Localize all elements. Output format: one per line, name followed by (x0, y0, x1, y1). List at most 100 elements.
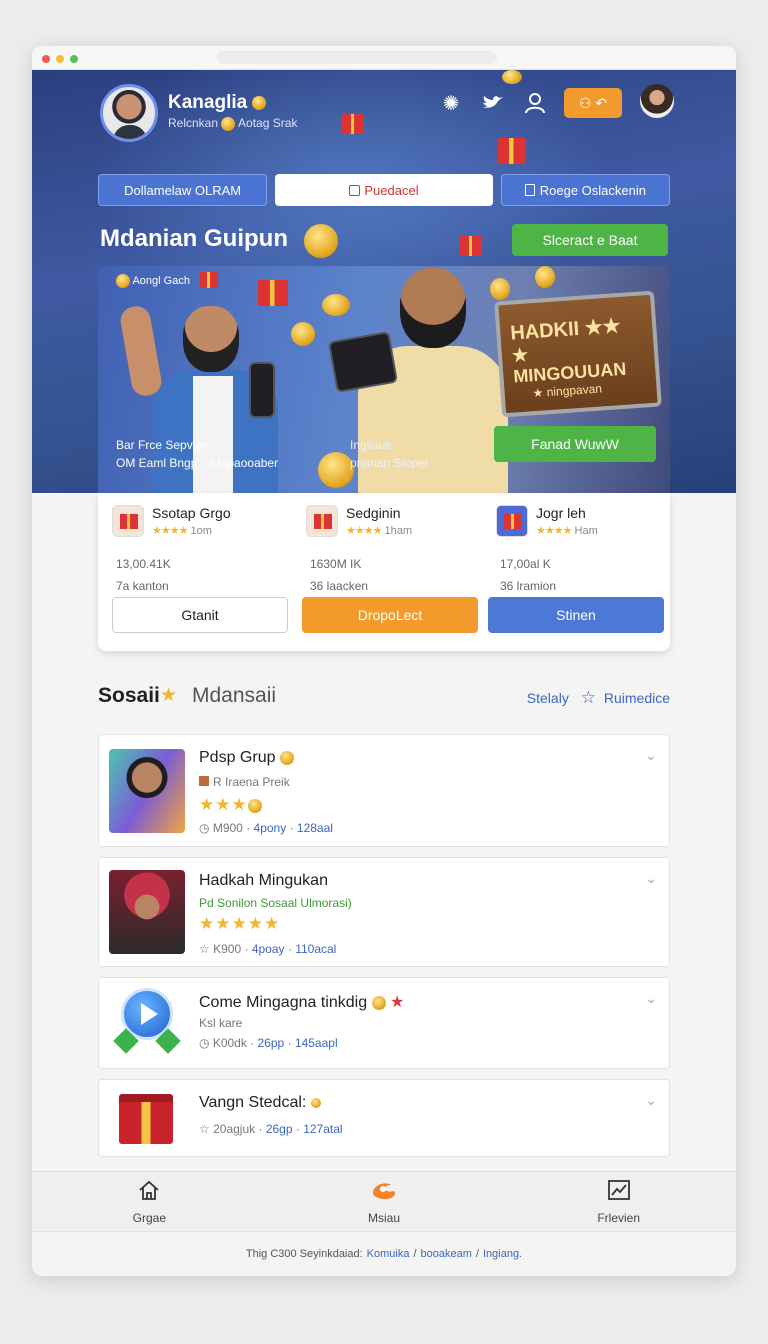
bottom-nav: Grgae Msiau Frlevien (32, 1171, 736, 1231)
stinen-button[interactable]: Stinen (488, 597, 664, 633)
window-chrome (32, 46, 736, 70)
coin-icon (116, 274, 130, 288)
stat-name: Jogr leh (536, 505, 586, 521)
star-outline-icon: ☆ (199, 1122, 210, 1136)
stat-extra: 36 lramion (500, 579, 557, 593)
list-item-subtitle: Pd Sonilon Sosaal Ulmorasi) (199, 896, 352, 910)
list-item-title: Vangn Stedcal: (199, 1094, 321, 1112)
list-item-meta: ◷ M900 · 4pony · 128aal (199, 821, 333, 835)
coin-icon (279, 750, 294, 765)
banner-caption-left: Bar Frce Sepvten OM Eaml Bngp · a lapaoo… (116, 438, 279, 470)
coin-icon (371, 995, 386, 1010)
top-icons: ✺ ⚇ ↶ (438, 88, 672, 118)
rating-stars: ★★★ (199, 795, 262, 815)
tab-row: Dollamelaw OLRAM Puedacel Roege Oslacken… (98, 174, 670, 206)
avatar[interactable] (100, 84, 158, 142)
grant-button[interactable]: Gtanit (112, 597, 288, 633)
stat-extra: 7a kanton (116, 579, 169, 593)
list-item[interactable]: Vangn Stedcal: ☆ 20agjuk · 26gp · 127ata… (98, 1079, 670, 1157)
footer-link[interactable]: Komuika (367, 1248, 410, 1260)
section-title: Sosaii (98, 684, 160, 707)
drop-button[interactable]: DropoLect (302, 597, 478, 633)
list-item-title: Come Mingagna tinkdig ★ (199, 994, 405, 1011)
nav-item-flame[interactable]: Msiau (267, 1172, 502, 1231)
coin-icon (322, 294, 350, 316)
list-item-meta: ☆ K900 · 4poay · 110acal (199, 942, 337, 956)
address-bar[interactable] (217, 51, 497, 64)
coin-icon (318, 452, 354, 488)
username: Kanaglia (168, 92, 267, 114)
footer-link[interactable]: Ingiang. (483, 1248, 522, 1260)
tab-second[interactable]: Puedacel (275, 174, 493, 206)
clock-icon: ◷ (199, 821, 210, 835)
user-subtitle: Relcnkan Aotag Srak (168, 116, 298, 131)
stats-card: Ssotap Grgo ★★★★ 1om 13,00.41K 7a kanton… (98, 493, 670, 651)
tab-third[interactable]: Roege Oslackenin (500, 174, 670, 206)
stat-name: Sedginin (346, 505, 401, 521)
nav-item-chart[interactable]: Frlevien (501, 1172, 736, 1231)
gift-icon (496, 505, 528, 537)
stat-extra: 36 laacken (310, 579, 369, 593)
settings-icon[interactable]: ✺ (438, 90, 464, 116)
section-link-stelaly[interactable]: Stelaly (527, 690, 569, 706)
flame-icon (369, 1179, 399, 1207)
select-button[interactable]: Slceract e Baat (512, 224, 668, 256)
stat-rating: ★★★★ 1om (152, 525, 212, 537)
list-item[interactable]: Hadkah Mingukan Pd Sonilon Sosaal Ulmora… (98, 857, 670, 967)
coin-icon (221, 116, 236, 131)
coin-icon (502, 70, 522, 84)
list-item-meta: ◷ K00dk · 26pp · 145aapl (199, 1036, 338, 1050)
gift-icon (306, 505, 338, 537)
stat-rating: ★★★★ 1ham (346, 525, 413, 537)
home-icon (137, 1179, 161, 1207)
profile-avatar[interactable] (640, 84, 674, 118)
maximize-dot[interactable] (70, 55, 78, 63)
section-link-recommend[interactable]: Ruimedice (604, 690, 670, 706)
coin-icon (252, 95, 267, 110)
chart-icon (607, 1179, 631, 1207)
promo-banner[interactable]: Aongl Gach HADKII ★★ ★ MINGOUUAN ★ ningp… (98, 266, 670, 493)
bird-icon[interactable] (480, 90, 506, 116)
stat-value: 17,00al K (500, 557, 551, 571)
nav-item-home[interactable]: Grgae (32, 1172, 267, 1231)
minimize-dot[interactable] (56, 55, 64, 63)
star-icon: ★ (390, 994, 405, 1011)
list-item-subtitle: R Iraena Preik (199, 775, 290, 789)
footer-link[interactable]: booakeam (421, 1248, 472, 1260)
section-header: Sosaii ★ Mdansaii Stelaly ☆ Ruimedice (98, 684, 670, 708)
square-icon (349, 184, 361, 196)
list-item[interactable]: Pdsp Grup R Iraena Preik ★★★ ◷ M900 · 4p… (98, 734, 670, 847)
stat-value: 13,00.41K (116, 557, 171, 571)
coin-icon (304, 224, 338, 258)
chevron-down-icon[interactable]: ⌄ (645, 990, 657, 1007)
thumbnail-image (109, 749, 185, 833)
stat-name: Ssotap Grgo (152, 505, 231, 521)
hero-title: Mdanian Guipun (100, 225, 288, 252)
login-button[interactable]: ⚇ ↶ (564, 88, 622, 118)
chevron-down-icon[interactable]: ⌄ (645, 1092, 657, 1109)
gift-icon (112, 505, 144, 537)
close-dot[interactable] (42, 55, 50, 63)
footer-text: Thig C300 Seyinkdaiad: (245, 1248, 363, 1260)
user-icon[interactable] (522, 90, 548, 116)
thumbnail-image (109, 870, 185, 954)
section-subtitle: Mdansaii (192, 684, 277, 707)
chevron-down-icon[interactable]: ⌄ (645, 870, 657, 887)
footer-separator: / (413, 1248, 417, 1260)
list-item[interactable]: Come Mingagna tinkdig ★ Ksl kare ◷ K00dk… (98, 977, 670, 1069)
coin-icon (310, 1097, 321, 1108)
coin-icon (535, 266, 555, 288)
banner-action-button[interactable]: Fanad WuwW (494, 426, 656, 462)
list-item-subtitle: Ksl kare (199, 1016, 243, 1030)
section-links: Stelaly ☆ Ruimedice (519, 688, 670, 708)
browser-window: Kanaglia Relcnkan Aotag Srak ✺ ⚇ ↶ Dolla… (32, 46, 736, 1276)
stat-value: 1630M IK (310, 557, 362, 571)
chevron-down-icon[interactable]: ⌄ (645, 747, 657, 764)
gift-box-icon (119, 1094, 173, 1144)
tab-first[interactable]: Dollamelaw OLRAM (98, 174, 268, 206)
coin-icon (247, 798, 262, 813)
star-outline-icon: ☆ (580, 688, 596, 707)
promo-sign: HADKII ★★ ★ MINGOUUAN ★ ningpavan (494, 290, 662, 418)
gift-icon (258, 280, 288, 306)
list-item-meta: ☆ 20agjuk · 26gp · 127atal (199, 1122, 343, 1136)
